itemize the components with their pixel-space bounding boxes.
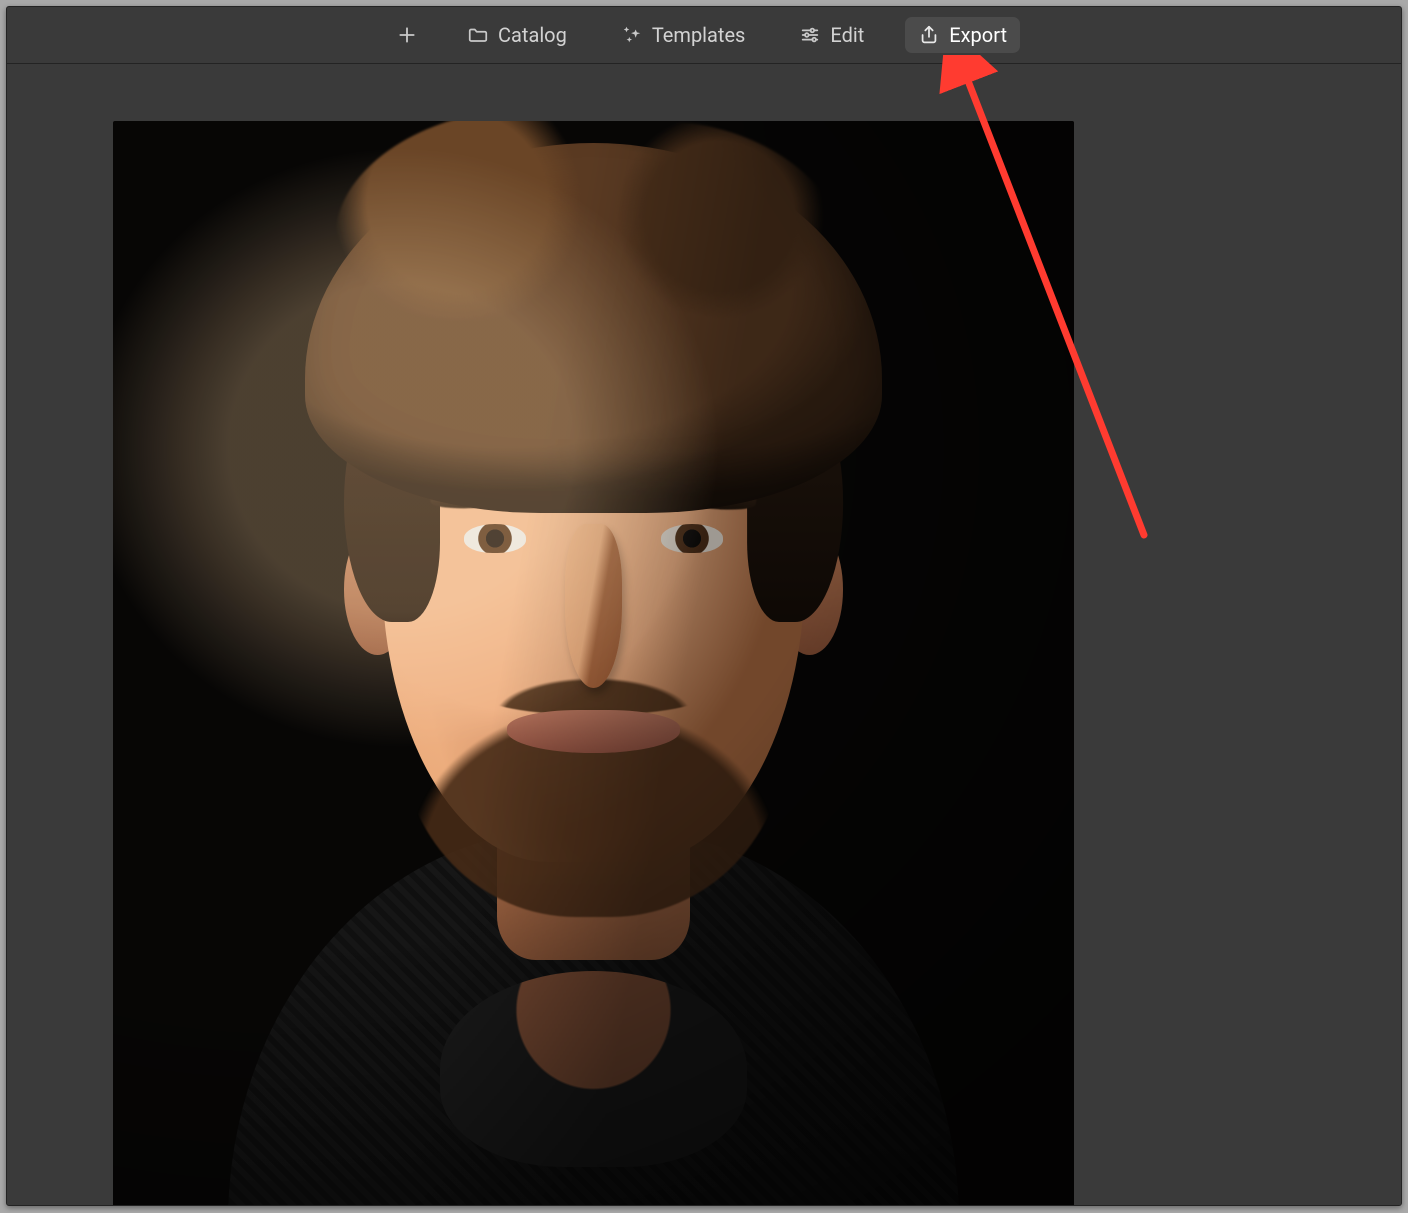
plus-icon xyxy=(397,25,417,45)
folder-icon xyxy=(467,24,489,46)
templates-label: Templates xyxy=(652,25,746,45)
edit-label: Edit xyxy=(830,25,864,45)
main-toolbar: Catalog Templates Edit xyxy=(7,7,1401,64)
export-button[interactable]: Export xyxy=(905,17,1020,53)
sliders-icon xyxy=(799,24,821,46)
catalog-label: Catalog xyxy=(498,25,567,45)
templates-button[interactable]: Templates xyxy=(608,17,759,53)
sparkles-icon xyxy=(621,24,643,46)
catalog-button[interactable]: Catalog xyxy=(454,17,580,53)
share-up-icon xyxy=(918,24,940,46)
editor-canvas[interactable] xyxy=(7,64,1401,1205)
app-window: Catalog Templates Edit xyxy=(6,6,1402,1206)
preview-image[interactable] xyxy=(113,121,1074,1206)
edit-button[interactable]: Edit xyxy=(786,17,877,53)
export-label: Export xyxy=(949,25,1007,45)
add-button[interactable] xyxy=(388,18,426,52)
portrait-illustration xyxy=(113,121,1074,1206)
